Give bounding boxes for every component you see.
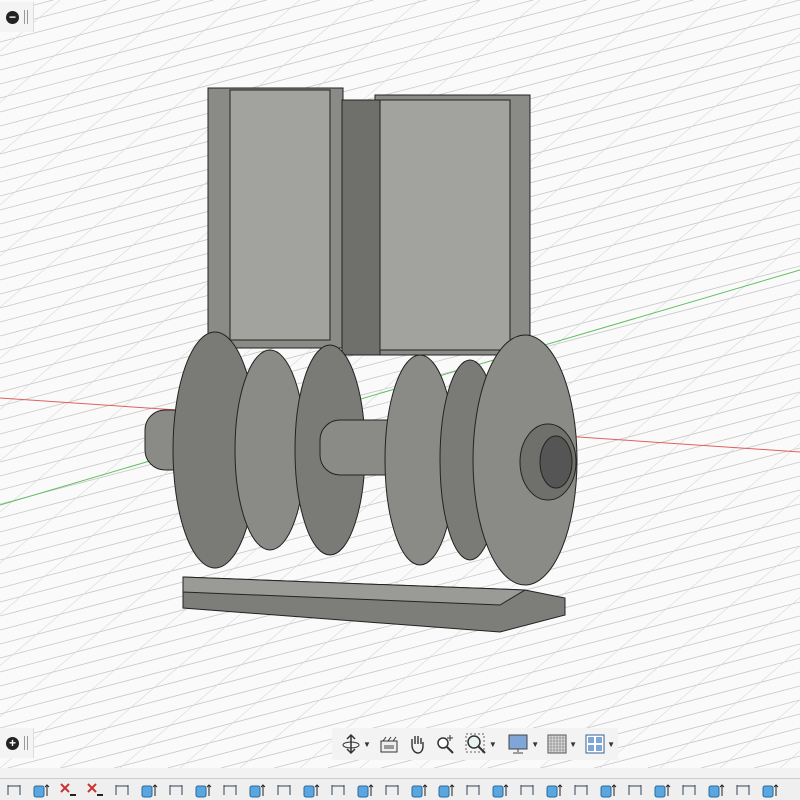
shaft-bore	[539, 435, 573, 489]
grid-line	[0, 0, 267, 71]
extrude-icon	[411, 783, 427, 797]
timeline-sketch-feature[interactable]	[162, 781, 189, 799]
sketch-icon	[682, 784, 695, 795]
sketch-icon	[466, 784, 479, 795]
extrude-icon	[141, 783, 157, 797]
extrude-icon	[762, 783, 778, 797]
grid-line	[719, 699, 800, 768]
pan-hand-icon	[411, 736, 424, 754]
sketch-icon	[520, 784, 533, 795]
display-settings-icon	[508, 734, 528, 754]
grid-line	[0, 0, 374, 99]
grid-line	[594, 713, 800, 768]
sketch-icon	[736, 784, 749, 795]
look-at-button[interactable]	[376, 731, 402, 757]
grid-line	[599, 597, 800, 768]
viewports-button[interactable]: ▼	[582, 731, 618, 757]
timeline-extrude-feature[interactable]	[189, 781, 216, 799]
timeline-extrude-feature[interactable]	[594, 781, 621, 799]
timeline-sketch-feature[interactable]	[567, 781, 594, 799]
display-settings-button[interactable]: ▼	[504, 731, 542, 757]
timeline-extrude-feature[interactable]	[405, 781, 432, 799]
timeline-delete-feature[interactable]	[81, 781, 108, 799]
timeline-extrude-feature[interactable]	[27, 781, 54, 799]
grid-line	[754, 755, 800, 768]
grip-icon	[24, 10, 28, 24]
timeline-extrude-feature[interactable]	[648, 781, 675, 799]
extrude-icon	[33, 783, 49, 797]
timeline-extrude-feature[interactable]	[351, 781, 378, 799]
timeline-sketch-feature[interactable]	[108, 781, 135, 799]
timeline-sketch-feature[interactable]	[729, 781, 756, 799]
sketch-icon	[277, 784, 290, 795]
extrude-icon	[654, 783, 670, 797]
extrude-icon	[600, 783, 616, 797]
sketch-icon	[385, 784, 398, 795]
sketch-icon	[169, 784, 182, 795]
sketch-icon	[223, 784, 236, 795]
timeline-sketch-feature[interactable]	[621, 781, 648, 799]
delete-icon	[59, 782, 76, 796]
extrude-icon	[438, 783, 454, 797]
timeline-sketch-feature[interactable]	[513, 781, 540, 799]
timeline-extrude-feature[interactable]	[486, 781, 513, 799]
timeline	[0, 778, 800, 800]
timeline-sketch-feature[interactable]	[216, 781, 243, 799]
sketch-icon	[7, 784, 20, 795]
look-at-icon	[380, 736, 398, 753]
extrude-icon	[195, 783, 211, 797]
sketch-icon	[574, 784, 587, 795]
extrude-icon	[303, 783, 319, 797]
delete-icon	[86, 782, 103, 796]
timeline-sketch-feature[interactable]	[378, 781, 405, 799]
extrude-icon	[492, 783, 508, 797]
grid-line	[779, 750, 800, 768]
sketch-icon	[628, 784, 641, 795]
extrude-icon	[546, 783, 562, 797]
pan-button[interactable]	[404, 731, 430, 757]
orbit-icon	[342, 733, 360, 755]
extrude-icon	[708, 783, 724, 797]
grid-line	[0, 545, 800, 757]
expand-comments-button[interactable]: +	[0, 728, 34, 758]
zoom-icon	[437, 735, 454, 754]
timeline-sketch-feature[interactable]	[324, 781, 351, 799]
timeline-sketch-feature[interactable]	[459, 781, 486, 799]
fit-zoom-window-icon	[465, 733, 486, 754]
timeline-extrude-feature[interactable]	[297, 781, 324, 799]
viewports-icon	[585, 734, 605, 754]
grid-line	[0, 0, 321, 85]
3d-viewport[interactable]: − +	[0, 0, 800, 768]
cylinder-divider	[341, 99, 381, 356]
timeline-sketch-feature[interactable]	[675, 781, 702, 799]
timeline-extrude-feature[interactable]	[432, 781, 459, 799]
timeline-extrude-feature[interactable]	[756, 781, 783, 799]
grid-line	[700, 741, 800, 768]
timeline-extrude-feature[interactable]	[243, 781, 270, 799]
cylinder-left-bore	[229, 89, 331, 341]
extrude-icon	[249, 783, 265, 797]
grid-line	[659, 648, 800, 768]
timeline-extrude-feature[interactable]	[702, 781, 729, 799]
plus-circle-icon: +	[6, 736, 19, 750]
sketch-icon	[331, 784, 344, 795]
minus-circle-icon: −	[6, 10, 19, 24]
navigation-toolbar: ▼ ▼ ▼ ▼ ▼	[332, 728, 618, 760]
orbit-button[interactable]: ▼	[338, 731, 374, 757]
fit-button[interactable]: ▼	[462, 731, 500, 757]
timeline-sketch-feature[interactable]	[270, 781, 297, 799]
zoom-button[interactable]	[432, 731, 460, 757]
extrude-icon	[357, 783, 373, 797]
grid-settings-icon	[547, 734, 567, 754]
grid-settings-button[interactable]: ▼	[544, 731, 580, 757]
timeline-extrude-feature[interactable]	[135, 781, 162, 799]
timeline-sketch-feature[interactable]	[0, 781, 27, 799]
sketch-icon	[115, 784, 128, 795]
timeline-delete-feature[interactable]	[54, 781, 81, 799]
cylinder-right-bore	[379, 99, 511, 351]
canvas-scene[interactable]	[0, 0, 800, 768]
grip-icon	[24, 736, 28, 750]
collapse-browser-button[interactable]: −	[0, 2, 34, 32]
timeline-extrude-feature[interactable]	[540, 781, 567, 799]
